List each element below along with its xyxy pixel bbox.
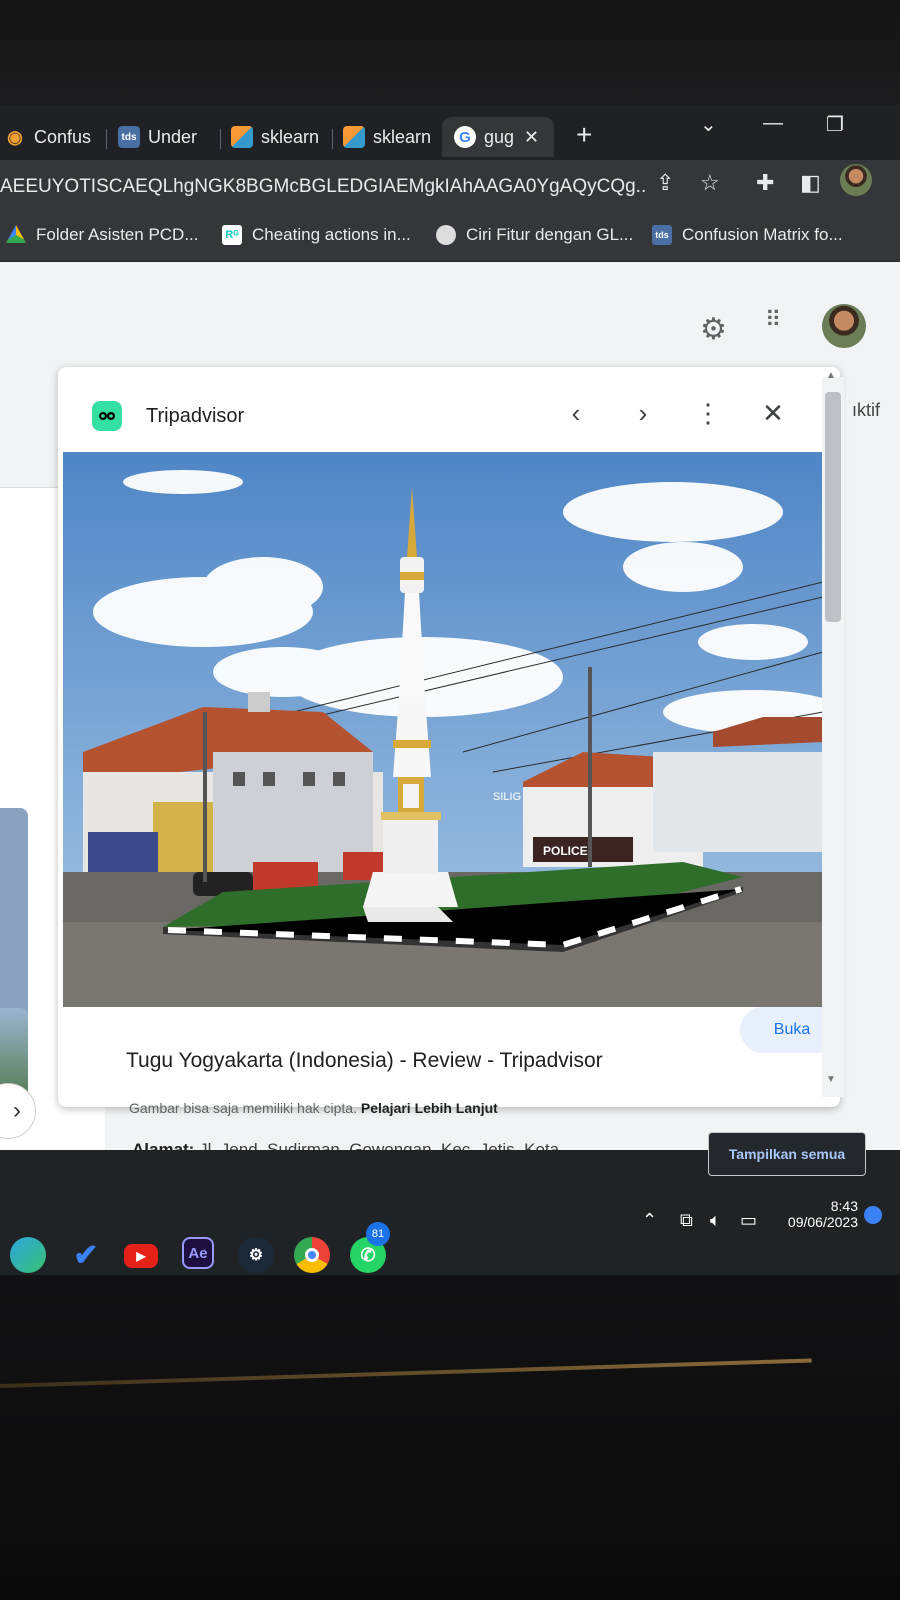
whatsapp-badge: 81 — [366, 1222, 390, 1246]
bookmark-1[interactable]: Folder Asisten PCD... — [6, 225, 199, 245]
tab-separator — [332, 129, 333, 149]
bookmark-2[interactable]: Rᴳ Cheating actions in... — [222, 225, 411, 245]
restore-button[interactable]: ❐ — [826, 112, 844, 137]
tds-icon: tds — [118, 126, 140, 148]
edge-icon[interactable] — [10, 1237, 46, 1273]
bookmark-label: Folder Asisten PCD... — [36, 225, 199, 244]
chevron-left-icon[interactable]: ‹ — [558, 395, 594, 431]
volume-icon[interactable]: 🔈︎ — [710, 1210, 721, 1231]
monitor-bezel-bottom — [0, 1275, 900, 1600]
youtube-icon[interactable]: ▶ — [124, 1244, 158, 1268]
bookmark-label: Confusion Matrix fo... — [682, 225, 843, 244]
bookmark-label: Cheating actions in... — [252, 225, 411, 244]
drive-icon — [6, 225, 26, 243]
monitor-bezel-top — [0, 0, 900, 105]
ae-label: Ae — [188, 1244, 208, 1262]
after-effects-icon[interactable]: Ae — [182, 1237, 214, 1269]
scroll-up-icon[interactable]: ▲ — [826, 370, 836, 381]
tray-chevron-icon[interactable]: ⌃ — [642, 1210, 657, 1231]
chevron-right-icon[interactable]: › — [625, 395, 661, 431]
profile-avatar[interactable] — [840, 164, 872, 196]
bookmarks-bar: Folder Asisten PCD... Rᴳ Cheating action… — [0, 212, 900, 262]
tds-icon: tds — [652, 225, 672, 245]
battery-icon[interactable]: ▭ — [740, 1210, 757, 1231]
page-icon — [436, 225, 456, 245]
panel-header: Tripadvisor ‹ › ⋮ ✕ — [58, 367, 840, 442]
google-icon: G — [454, 126, 476, 148]
clock-date: 09/06/2023 — [787, 1214, 858, 1230]
scrollbar-thumb[interactable] — [825, 392, 841, 622]
settings-gear-icon[interactable]: ⚙ — [700, 312, 727, 347]
tab-4[interactable]: sklearn — [343, 117, 433, 157]
tab-3[interactable]: sklearn — [231, 117, 326, 157]
previous-result-button[interactable]: › — [0, 1083, 36, 1139]
tab-1[interactable]: ◉ Confus — [4, 117, 92, 157]
steam-icon[interactable]: ⚙ — [238, 1237, 274, 1273]
google-results-page: ⚙ ⠿ ıktif › Tripadvisor ‹ › ⋮ ✕ POLICE S… — [0, 262, 900, 1192]
result-title[interactable]: Tugu Yogyakarta (Indonesia) - Review - T… — [126, 1049, 603, 1073]
todo-icon[interactable]: ✔ — [68, 1237, 104, 1273]
tab-label: gug — [484, 126, 515, 147]
tab-5-active[interactable]: G gug ✕ — [442, 117, 554, 157]
tripadvisor-logo-icon — [92, 401, 122, 431]
source-name: Tripadvisor — [146, 405, 245, 427]
side-panel-icon[interactable]: ◧ — [800, 170, 821, 196]
close-tab-icon[interactable]: ✕ — [524, 127, 539, 148]
sklearn-icon — [231, 126, 253, 148]
silig-sign: SILIG — [493, 791, 521, 803]
chrome-icon[interactable] — [294, 1237, 330, 1273]
thumbnail[interactable] — [0, 808, 28, 1028]
copyright-text: Gambar bisa saja memiliki hak cipta. — [129, 1100, 357, 1116]
tab-label: sklearn — [373, 126, 432, 147]
police-sign: POLICE — [543, 844, 588, 858]
tab-separator — [220, 129, 221, 149]
result-info: Tugu Yogyakarta (Indonesia) - Review - T… — [102, 1007, 844, 1116]
share-icon[interactable]: ⇪ — [656, 170, 674, 196]
url-field[interactable]: AEEUYOTISCAEQLhgNGK8BGMcBGLEDGIAEMgkIAhA… — [0, 170, 645, 204]
bookmark-label: Ciri Fitur dengan GL... — [466, 225, 634, 244]
bookmark-star-icon[interactable]: ☆ — [700, 170, 720, 196]
bookmark-4[interactable]: tds Confusion Matrix fo... — [652, 225, 843, 245]
eye-icon: ◉ — [7, 126, 23, 147]
preview-image[interactable]: POLICE SILIG — [63, 452, 823, 1007]
researchgate-icon: Rᴳ — [222, 225, 242, 245]
tab-2[interactable]: tds Under — [118, 117, 210, 157]
screen-photo: ◉ Confus tds Under sklearn sklearn G gug… — [0, 0, 900, 1600]
close-icon[interactable]: ✕ — [755, 395, 791, 431]
notification-icon[interactable] — [864, 1206, 882, 1224]
minimize-button[interactable]: — — [763, 112, 783, 135]
new-tab-button[interactable]: + — [576, 119, 592, 151]
system-clock[interactable]: 8:43 09/06/2023 — [770, 1198, 858, 1230]
tab-label: Confus — [34, 126, 92, 147]
sklearn-icon — [343, 126, 365, 148]
account-avatar[interactable] — [822, 304, 866, 348]
tab-label: sklearn — [261, 126, 320, 147]
more-options-icon[interactable]: ⋮ — [690, 395, 726, 431]
scroll-down-icon[interactable]: ▼ — [826, 1074, 836, 1085]
bookmark-3[interactable]: Ciri Fitur dengan GL... — [436, 225, 633, 245]
show-all-button[interactable]: Tampilkan semua — [708, 1132, 866, 1176]
image-preview-panel: Tripadvisor ‹ › ⋮ ✕ POLICE SILIG Tugu Yo… — [58, 367, 844, 1116]
side-text: ıktif — [852, 400, 881, 420]
tab-separator — [106, 129, 107, 149]
copyright-note: Gambar bisa saja memiliki hak cipta. Pel… — [129, 1100, 498, 1116]
chevron-down-icon[interactable]: ⌄ — [700, 112, 717, 137]
learn-more-link[interactable]: Pelajari Lebih Lanjut — [361, 1100, 498, 1116]
extensions-icon[interactable]: ✚ — [756, 170, 774, 196]
tab-label: Under — [148, 126, 198, 147]
clock-time: 8:43 — [830, 1198, 858, 1214]
apps-grid-icon[interactable]: ⠿ — [765, 309, 781, 331]
network-icon[interactable]: ⧉ — [680, 1210, 693, 1231]
